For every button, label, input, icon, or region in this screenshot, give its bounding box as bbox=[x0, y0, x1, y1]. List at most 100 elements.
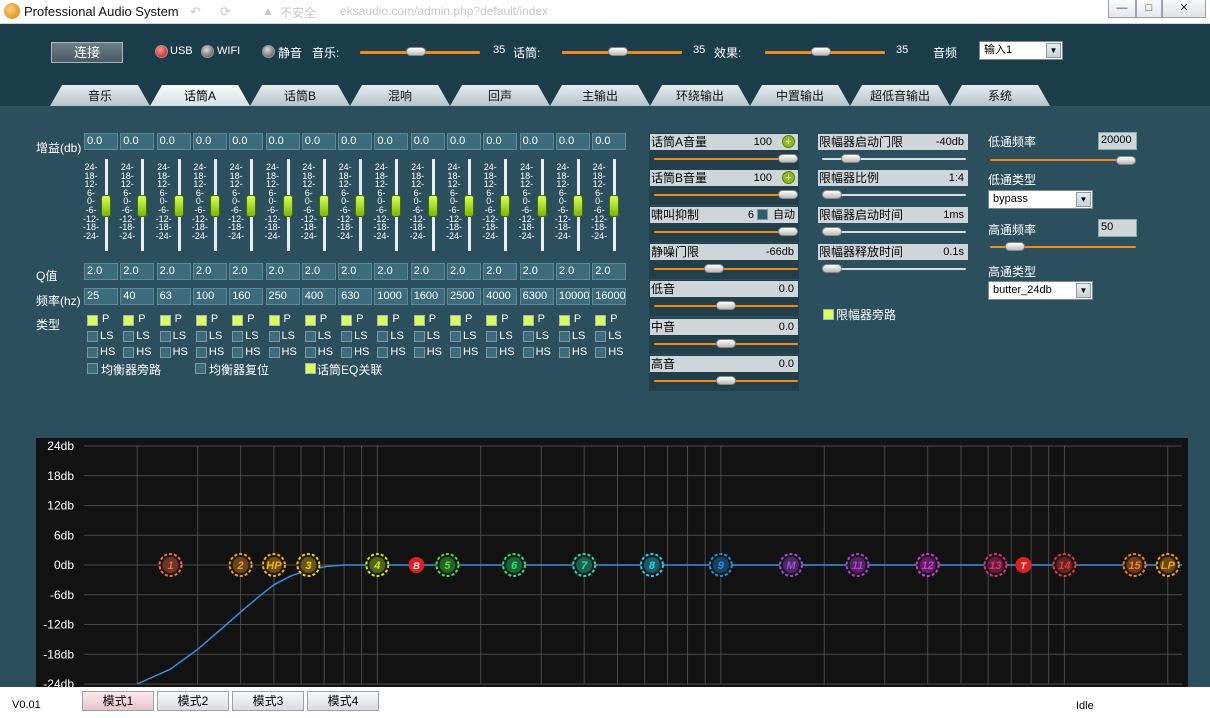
limiter-release-slider-track[interactable] bbox=[822, 268, 966, 270]
tab-10[interactable]: 系统 bbox=[950, 85, 1050, 106]
q-input-4[interactable]: 2.0 bbox=[192, 263, 227, 280]
audio-source-select[interactable]: 输入1 ▼ bbox=[979, 41, 1063, 60]
q-input-1[interactable]: 2.0 bbox=[84, 263, 118, 280]
connect-button[interactable]: 连接 bbox=[51, 42, 123, 63]
minimize-button[interactable]: — bbox=[1108, 0, 1136, 18]
limiter-bypass-checkbox[interactable] bbox=[823, 309, 834, 320]
type-ls-checkbox-13[interactable] bbox=[522, 331, 534, 342]
close-button[interactable]: ✕ bbox=[1162, 0, 1206, 18]
gain-slider-thumb-13[interactable] bbox=[536, 195, 547, 217]
q-input-10[interactable]: 2.0 bbox=[410, 263, 445, 280]
highpass-freq-input[interactable]: 50 bbox=[1098, 219, 1137, 237]
type-p-checkbox-15[interactable] bbox=[595, 315, 607, 326]
type-p-checkbox-8[interactable] bbox=[341, 315, 353, 326]
type-ls-checkbox-14[interactable] bbox=[558, 331, 570, 342]
gain-input-9[interactable]: 0.0 bbox=[374, 133, 409, 150]
limiter-ratio-slider-track[interactable] bbox=[822, 194, 966, 196]
type-ls-checkbox-12[interactable] bbox=[486, 331, 498, 342]
q-input-11[interactable]: 2.0 bbox=[447, 263, 481, 280]
effect-slider-thumb[interactable] bbox=[810, 47, 831, 56]
type-ls-checkbox-5[interactable] bbox=[232, 331, 244, 342]
type-hs-checkbox-10[interactable] bbox=[413, 347, 425, 358]
type-ls-checkbox-8[interactable] bbox=[341, 331, 353, 342]
q-input-13[interactable]: 2.0 bbox=[519, 263, 554, 280]
freq-input-8[interactable]: 630 bbox=[338, 288, 373, 305]
type-hs-checkbox-7[interactable] bbox=[304, 347, 316, 358]
lowpass-slider-track[interactable] bbox=[990, 159, 1136, 161]
gain-slider-thumb-4[interactable] bbox=[209, 195, 220, 217]
gain-slider-thumb-1[interactable] bbox=[101, 195, 111, 217]
type-ls-checkbox-15[interactable] bbox=[595, 331, 607, 342]
q-input-8[interactable]: 2.0 bbox=[338, 263, 373, 280]
gain-slider-thumb-11[interactable] bbox=[464, 195, 474, 217]
type-ls-checkbox-4[interactable] bbox=[195, 331, 207, 342]
mic-a-volume-slider-track[interactable] bbox=[654, 158, 798, 160]
gain-input-11[interactable]: 0.0 bbox=[447, 133, 481, 150]
gain-slider-thumb-7[interactable] bbox=[318, 195, 329, 217]
q-input-2[interactable]: 2.0 bbox=[120, 263, 155, 280]
freq-input-11[interactable]: 2500 bbox=[447, 288, 481, 305]
gain-slider-thumb-10[interactable] bbox=[427, 195, 438, 217]
eq-reset-checkbox[interactable] bbox=[195, 363, 206, 374]
q-input-3[interactable]: 2.0 bbox=[156, 263, 191, 280]
add-icon[interactable]: + bbox=[782, 135, 795, 148]
type-p-checkbox-6[interactable] bbox=[268, 315, 280, 326]
freq-input-9[interactable]: 1000 bbox=[374, 288, 409, 305]
freq-input-5[interactable]: 160 bbox=[229, 288, 264, 305]
q-input-12[interactable]: 2.0 bbox=[483, 263, 518, 280]
limiter-ratio-slider-thumb[interactable] bbox=[822, 190, 842, 199]
gain-input-2[interactable]: 0.0 bbox=[120, 133, 155, 150]
tab-7[interactable]: 环绕输出 bbox=[650, 85, 750, 106]
q-input-14[interactable]: 2.0 bbox=[555, 263, 590, 280]
mic-b-volume-slider-track[interactable] bbox=[654, 194, 798, 196]
type-p-checkbox-12[interactable] bbox=[486, 315, 498, 326]
wifi-radio[interactable] bbox=[201, 45, 214, 58]
gain-slider-thumb-8[interactable] bbox=[355, 195, 366, 217]
gain-slider-thumb-6[interactable] bbox=[282, 195, 293, 217]
freq-input-10[interactable]: 1600 bbox=[410, 288, 445, 305]
tab-1[interactable]: 音乐 bbox=[50, 85, 150, 106]
howl-suppress-slider-track[interactable] bbox=[654, 231, 798, 233]
gain-slider-thumb-5[interactable] bbox=[246, 195, 257, 217]
tab-9[interactable]: 超低音输出 bbox=[850, 85, 950, 106]
freq-input-2[interactable]: 40 bbox=[120, 288, 155, 305]
q-input-6[interactable]: 2.0 bbox=[265, 263, 300, 280]
mode-button-1[interactable]: 模式1 bbox=[82, 691, 154, 711]
tab-3[interactable]: 话筒B bbox=[250, 85, 350, 106]
freq-input-13[interactable]: 6300 bbox=[519, 288, 554, 305]
tab-4[interactable]: 混响 bbox=[350, 85, 450, 106]
mute-radio[interactable] bbox=[262, 45, 275, 58]
gain-input-12[interactable]: 0.0 bbox=[483, 133, 518, 150]
freq-input-4[interactable]: 100 bbox=[192, 288, 227, 305]
mic-a-volume-slider-thumb[interactable] bbox=[778, 154, 798, 163]
freq-input-3[interactable]: 63 bbox=[156, 288, 191, 305]
type-hs-checkbox-15[interactable] bbox=[595, 347, 607, 358]
gain-input-15[interactable]: 0.0 bbox=[592, 133, 627, 150]
highpass-slider-thumb[interactable] bbox=[1005, 242, 1026, 251]
type-hs-checkbox-9[interactable] bbox=[377, 347, 389, 358]
type-ls-checkbox-7[interactable] bbox=[304, 331, 316, 342]
type-ls-checkbox-1[interactable] bbox=[87, 331, 98, 342]
type-p-checkbox-13[interactable] bbox=[522, 315, 534, 326]
type-hs-checkbox-2[interactable] bbox=[123, 347, 135, 358]
mode-button-2[interactable]: 模式2 bbox=[157, 691, 229, 711]
gain-input-6[interactable]: 0.0 bbox=[265, 133, 300, 150]
type-ls-checkbox-9[interactable] bbox=[377, 331, 389, 342]
eq-chart-svg[interactable]: 24db18db12db6db0db-6db-12db-18db-24db20h… bbox=[36, 438, 1188, 718]
type-hs-checkbox-4[interactable] bbox=[195, 347, 207, 358]
gain-input-5[interactable]: 0.0 bbox=[229, 133, 264, 150]
type-p-checkbox-1[interactable] bbox=[87, 315, 98, 326]
q-input-9[interactable]: 2.0 bbox=[374, 263, 409, 280]
gain-slider-thumb-2[interactable] bbox=[137, 195, 148, 217]
limiter-threshold-slider-thumb[interactable] bbox=[840, 154, 861, 163]
freq-input-1[interactable]: 25 bbox=[84, 288, 118, 305]
q-input-7[interactable]: 2.0 bbox=[301, 263, 336, 280]
lowpass-type-select[interactable]: bypass ▼ bbox=[988, 190, 1093, 209]
highpass-type-select[interactable]: butter_24db ▼ bbox=[988, 281, 1093, 300]
type-p-checkbox-2[interactable] bbox=[123, 315, 135, 326]
limiter-attack-slider-thumb[interactable] bbox=[822, 227, 842, 236]
mic-b-volume-slider-thumb[interactable] bbox=[778, 190, 798, 199]
noise-gate-slider-track[interactable] bbox=[654, 268, 798, 270]
noise-gate-slider-thumb[interactable] bbox=[703, 264, 724, 273]
gain-slider-thumb-3[interactable] bbox=[173, 195, 184, 217]
